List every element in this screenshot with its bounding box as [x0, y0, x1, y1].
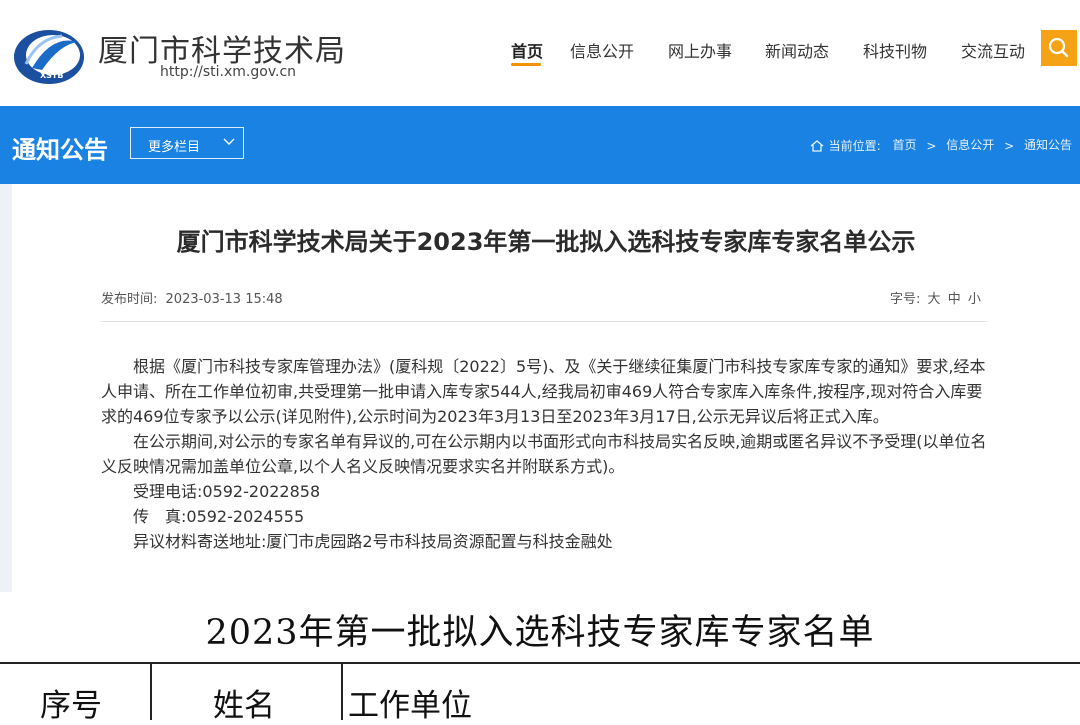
nav-item-info-public[interactable]: 信息公开 [570, 38, 634, 62]
article-paragraph: 根据《厦门市科技专家库管理办法》(厦科规〔2022〕5号)、及《关于继续征集厦门… [101, 357, 986, 426]
publish-label: 发布时间: [101, 292, 158, 307]
more-columns-dropdown[interactable]: 更多栏目 [130, 127, 244, 159]
search-button[interactable] [1041, 30, 1077, 66]
site-url[interactable]: http://sti.xm.gov.cn [160, 64, 296, 80]
font-size-medium[interactable]: 中 [948, 292, 961, 307]
bureau-logo[interactable]: XSTB [12, 26, 86, 86]
nav-item-online-service[interactable]: 网上办事 [668, 38, 732, 62]
table-border [341, 662, 343, 720]
table-border [150, 662, 152, 720]
contact-address: 异议材料寄送地址:厦门市虎园路2号市科技局资源配置与科技金融处 [133, 532, 613, 551]
nav-item-home[interactable]: 首页 [511, 38, 543, 62]
table-header-name: 姓名 [213, 688, 275, 724]
breadcrumb-separator: > [926, 138, 937, 153]
list-title: 2023年第一批拟入选科技专家库专家名单 [205, 613, 875, 653]
nav-item-news[interactable]: 新闻动态 [765, 38, 829, 62]
breadcrumb-info-public[interactable]: 信息公开 [946, 138, 994, 152]
publish-info: 发布时间: 2023-03-13 15:48 [101, 288, 283, 307]
table-border [0, 662, 1080, 664]
side-shade [0, 184, 12, 592]
site-header: XSTB 厦门市科学技术局 http://sti.xm.gov.cn 首页 信息… [0, 0, 1080, 106]
contact-fax: 传 真:0592-2024555 [133, 507, 305, 526]
breadcrumb-separator: > [1004, 138, 1015, 153]
font-size-large[interactable]: 大 [928, 292, 941, 307]
publish-time: 2023-03-13 15:48 [165, 292, 283, 307]
article-title: 厦门市科学技术局关于2023年第一批拟入选科技专家库专家名单公示 [176, 228, 916, 256]
chevron-down-icon [223, 138, 235, 145]
home-icon [810, 139, 824, 152]
font-size-small[interactable]: 小 [968, 292, 981, 307]
font-size-label: 字号: [890, 292, 921, 307]
breadcrumb-notices[interactable]: 通知公告 [1024, 138, 1072, 152]
article: 厦门市科学技术局关于2023年第一批拟入选科技专家库专家名单公示 发布时间: 2… [12, 184, 1080, 592]
table-header-unit: 工作单位 [348, 688, 472, 724]
table-header-index: 序号 [40, 688, 102, 724]
section-title: 通知公告 [12, 136, 108, 164]
breadcrumb-home[interactable]: 首页 [893, 138, 917, 152]
more-columns-label: 更多栏目 [148, 140, 201, 155]
expert-list-image: 2023年第一批拟入选科技专家库专家名单 序号 姓名 工作单位 [0, 592, 1080, 724]
nav-item-interaction[interactable]: 交流互动 [961, 38, 1025, 62]
logo-text: XSTB [40, 71, 63, 80]
font-size-switcher: 字号: 大 中 小 [890, 288, 981, 307]
breadcrumb-label: 当前位置: [828, 139, 881, 153]
nav-item-publications[interactable]: 科技刊物 [863, 38, 927, 62]
article-paragraph: 在公示期间,对公示的专家名单有异议的,可在公示期内以书面形式向市科技局实名反映,… [101, 432, 987, 476]
search-icon [1048, 37, 1069, 58]
divider [101, 321, 987, 322]
contact-phone: 受理电话:0592-2022858 [133, 482, 321, 501]
breadcrumb: 当前位置: 首页 > 信息公开 > 通知公告 [809, 136, 1072, 154]
article-body: 根据《厦门市科技专家库管理办法》(厦科规〔2022〕5号)、及《关于继续征集厦门… [101, 354, 989, 554]
nav-active-indicator [511, 63, 541, 66]
section-banner: 通知公告 更多栏目 当前位置: 首页 > 信息公开 > 通知公告 [0, 106, 1080, 184]
